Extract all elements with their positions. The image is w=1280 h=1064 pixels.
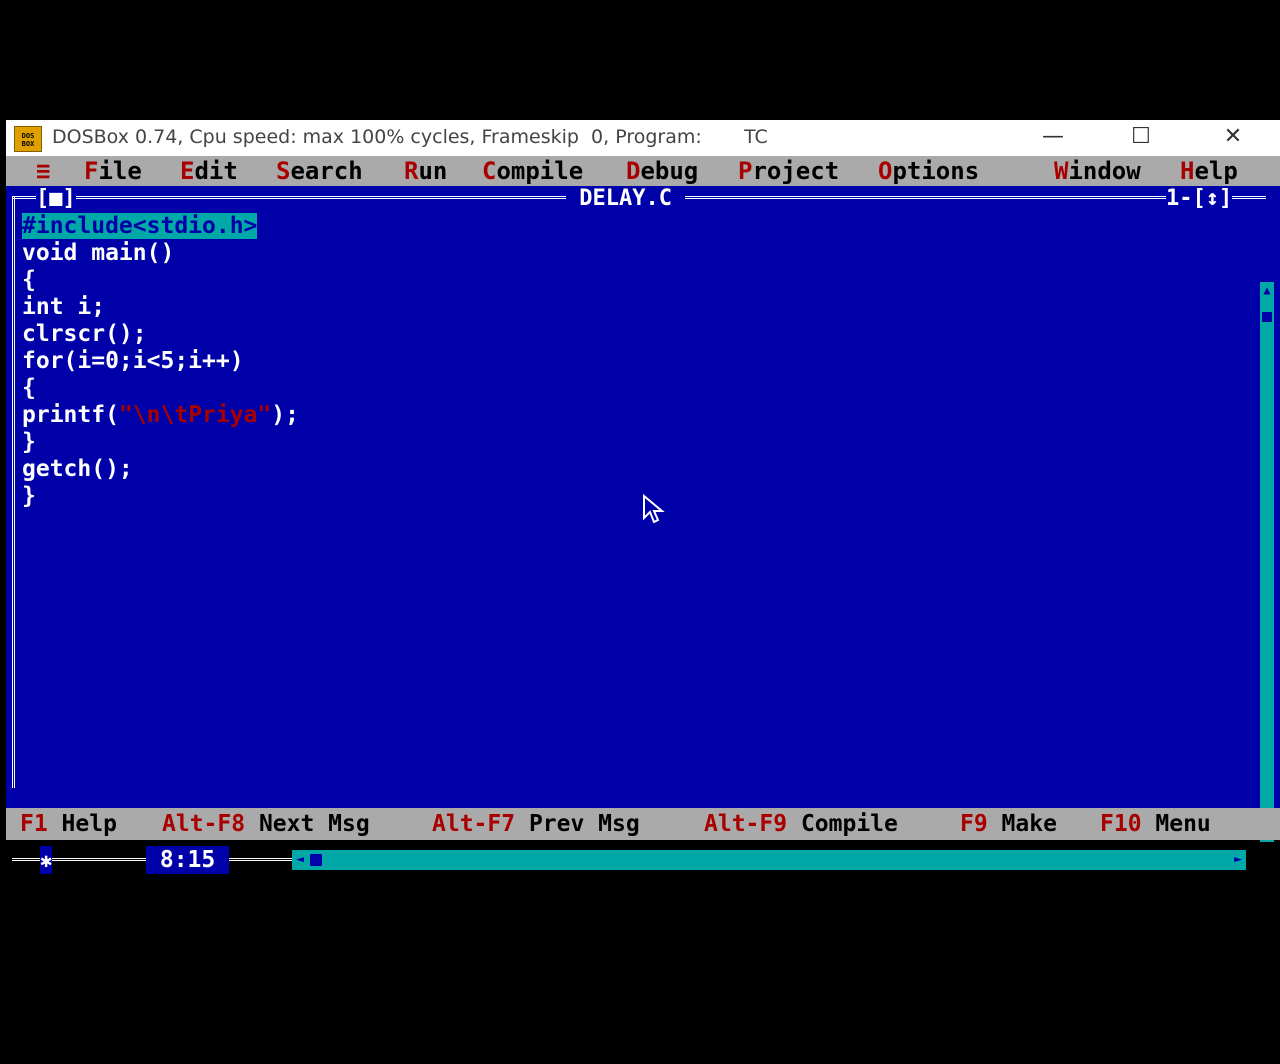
code-line[interactable]: } <box>22 483 1252 510</box>
editor-status-line: ✱ 8:15 ◄ ► <box>6 846 1280 874</box>
scroll-left-arrow-icon[interactable]: ◄ <box>292 850 308 870</box>
menu-run[interactable]: Run <box>404 156 447 186</box>
code-text: } <box>22 429 36 455</box>
horizontal-scroll-thumb[interactable] <box>310 854 322 866</box>
code-text: clrscr(); <box>22 321 147 347</box>
code-line[interactable]: clrscr(); <box>22 321 1252 348</box>
hotkey-menu[interactable]: F10 Menu <box>1100 808 1211 840</box>
code-text: for(i=0;i<5;i++) <box>22 348 244 374</box>
menu-edit[interactable]: Edit <box>180 156 238 186</box>
menu-debug[interactable]: Debug <box>626 156 698 186</box>
dosbox-window: DOS BOX DOSBox 0.74, Cpu speed: max 100%… <box>6 120 1280 874</box>
vertical-scroll-thumb[interactable] <box>1262 312 1272 322</box>
code-text: { <box>22 267 36 293</box>
hotkey-compile[interactable]: Alt-F9 Compile <box>704 808 898 840</box>
hotkey-help[interactable]: F1 Help <box>20 808 117 840</box>
maximize-button[interactable]: ☐ <box>1118 120 1164 156</box>
hotkey-next-msg[interactable]: Alt-F8 Next Msg <box>162 808 370 840</box>
code-line[interactable]: for(i=0;i<5;i++) <box>22 348 1252 375</box>
menu-window[interactable]: Window <box>1054 156 1141 186</box>
code-text: printf( <box>22 402 119 428</box>
hotkey-bar: F1 Help Alt-F8 Next Msg Alt-F7 Prev Msg … <box>6 808 1280 840</box>
mouse-pointer-icon <box>643 494 665 524</box>
code-text: { <box>22 375 36 401</box>
menu-help[interactable]: Help <box>1180 156 1238 186</box>
selected-code-text: #include<stdio.h> <box>22 213 258 239</box>
window-titlebar[interactable]: DOS BOX DOSBox 0.74, Cpu speed: max 100%… <box>6 120 1280 156</box>
cursor-position: 8:15 <box>146 846 230 874</box>
code-line[interactable]: printf("\n\tPriya"); <box>22 402 1252 429</box>
code-line[interactable]: #include<stdio.h> <box>22 213 1252 240</box>
system-menu-icon[interactable]: ≡ <box>36 156 50 186</box>
code-text: void main() <box>22 240 175 266</box>
minimize-button[interactable]: — <box>1030 120 1076 156</box>
menu-search[interactable]: Search <box>276 156 363 186</box>
menu-project[interactable]: Project <box>738 156 839 186</box>
code-text: } <box>22 483 36 509</box>
hotkey-make[interactable]: F9 Make <box>960 808 1057 840</box>
frame-left-border <box>12 196 15 788</box>
editor-filename: DELAY.C <box>566 186 686 212</box>
code-line[interactable]: void main() <box>22 240 1252 267</box>
editor-close-box[interactable]: [■] <box>36 186 76 212</box>
menu-options[interactable]: Options <box>878 156 979 186</box>
code-text: getch(); <box>22 456 133 482</box>
horizontal-scrollbar[interactable]: ◄ ► <box>292 850 1246 870</box>
scroll-up-arrow-icon[interactable]: ▲ <box>1260 282 1274 298</box>
window-title: DOSBox 0.74, Cpu speed: max 100% cycles,… <box>52 126 768 148</box>
code-line[interactable]: getch(); <box>22 456 1252 483</box>
code-area[interactable]: #include<stdio.h> void main(){int i; clrsc… <box>22 213 1252 510</box>
menu-file[interactable]: File <box>84 156 142 186</box>
string-literal: "\n\tPriya" <box>118 402 272 428</box>
code-text: ); <box>271 402 299 428</box>
editor-window-number[interactable]: 1-[↕] <box>1166 186 1233 212</box>
menu-bar: ≡ File Edit Search Run Compile Debug Pro… <box>6 156 1280 186</box>
code-line[interactable]: int i; <box>22 294 1252 321</box>
scroll-right-arrow-icon[interactable]: ► <box>1230 850 1246 870</box>
dosbox-app-icon: DOS BOX <box>14 126 42 152</box>
code-line[interactable]: { <box>22 375 1252 402</box>
close-button[interactable]: ✕ <box>1210 120 1256 156</box>
code-text: int i; <box>22 294 106 320</box>
code-line[interactable]: } <box>22 429 1252 456</box>
menu-compile[interactable]: Compile <box>482 156 583 186</box>
vertical-scrollbar[interactable]: ▲ ▼ <box>1260 282 1274 842</box>
code-line[interactable]: { <box>22 267 1252 294</box>
hotkey-prev-msg[interactable]: Alt-F7 Prev Msg <box>432 808 640 840</box>
